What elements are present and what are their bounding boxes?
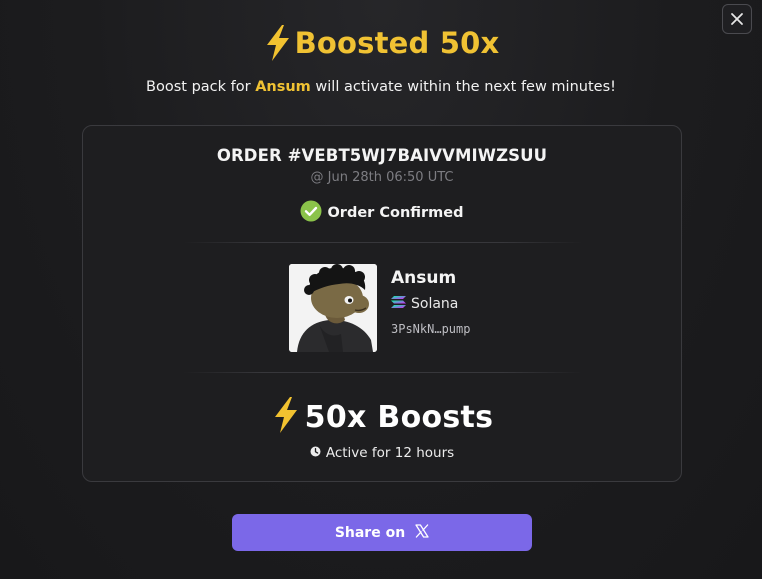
lightning-bolt-icon [271,396,301,438]
token-name: Ansum [391,268,457,288]
subtitle-suffix: will activate within the next few minute… [310,79,616,95]
order-status-text: Order Confirmed [327,205,464,221]
subtitle-token-name: Ansum [255,79,311,95]
order-id: ORDER #VEBT5WJ7BAIVVMIWZSUU [216,146,548,165]
divider [183,242,583,243]
token-summary: Ansum Solana 3PsNkN…pump [289,264,470,352]
x-logo-icon [415,523,429,542]
clock-icon [310,445,321,461]
title-text: Boosted 50x [294,26,500,60]
boost-duration: Active for 12 hours [83,445,681,461]
boost-confirmation-modal: Boosted 50x Boost pack for Ansum will ac… [0,0,762,579]
modal-title: Boosted 50x [0,24,762,62]
token-avatar [289,264,377,352]
order-status: Order Confirmed [83,200,681,226]
token-info: Ansum Solana 3PsNkN…pump [391,264,470,352]
share-button-label: Share on [334,524,406,541]
solana-icon [391,296,406,312]
token-chain-label: Solana [411,296,459,312]
order-card: ORDER #VEBT5WJ7BAIVVMIWZSUU @ Jun 28th 0… [82,125,682,482]
lightning-bolt-icon [263,24,293,62]
boost-amount: 50x Boosts [83,396,681,438]
boost-duration-text: Active for 12 hours [325,445,455,461]
token-address[interactable]: 3PsNkN…pump [391,322,470,336]
share-on-x-button[interactable]: Share on [232,514,532,551]
subtitle-prefix: Boost pack for [146,79,256,95]
boost-amount-text: 50x Boosts [304,399,494,435]
token-chain: Solana [391,296,470,312]
subtitle: Boost pack for Ansum will activate withi… [0,79,762,95]
check-circle-icon [300,200,322,226]
order-timestamp: @ Jun 28th 06:50 UTC [310,170,454,185]
divider [183,372,583,373]
